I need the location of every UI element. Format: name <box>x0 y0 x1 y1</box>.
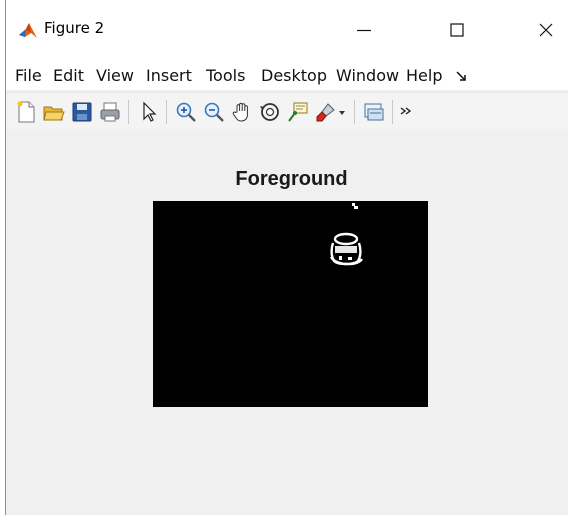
foreground-image[interactable] <box>153 201 428 407</box>
toolbar-separator <box>166 100 167 124</box>
menu-file[interactable]: File <box>15 66 42 85</box>
foreground-blob-fill <box>339 256 342 260</box>
dropdown-arrow-icon[interactable] <box>336 100 348 124</box>
foreground-speck <box>354 206 358 209</box>
toolbar-separator <box>128 100 129 124</box>
brush-icon[interactable] <box>314 100 338 124</box>
pan-hand-icon[interactable] <box>230 100 254 124</box>
new-figure-icon[interactable] <box>14 100 38 124</box>
toolbar-separator <box>392 100 393 124</box>
toolbar-separator <box>354 100 355 124</box>
minimize-icon <box>357 29 371 32</box>
print-icon[interactable] <box>98 100 122 124</box>
menu-view[interactable]: View <box>96 66 134 85</box>
window-title: Figure 2 <box>44 19 105 37</box>
menu-help[interactable]: Help <box>406 66 442 85</box>
menu-desktop[interactable]: Desktop <box>261 66 327 85</box>
title-bar[interactable]: Figure 2 <box>6 0 568 60</box>
zoom-out-icon[interactable] <box>202 100 226 124</box>
maximize-icon <box>450 23 464 37</box>
menu-tools[interactable]: Tools <box>206 66 245 85</box>
foreground-mask <box>153 201 428 407</box>
menu-overflow-icon[interactable] <box>454 68 468 87</box>
minimize-button[interactable] <box>341 10 387 50</box>
matlab-logo-icon <box>17 20 39 42</box>
figure-window: Figure 2 File Edit View Insert Tools Des… <box>5 0 568 515</box>
foreground-blob-fill <box>348 257 352 260</box>
close-icon <box>539 23 553 37</box>
toolbar <box>6 92 568 130</box>
open-file-icon[interactable] <box>42 100 66 124</box>
menu-edit[interactable]: Edit <box>53 66 84 85</box>
menu-bar: File Edit View Insert Tools Desktop Wind… <box>6 60 568 90</box>
close-button[interactable] <box>523 10 568 50</box>
menu-window[interactable]: Window <box>336 66 399 85</box>
save-icon[interactable] <box>70 100 94 124</box>
axes-title: Foreground <box>235 168 348 190</box>
pointer-icon[interactable] <box>137 100 161 124</box>
maximize-button[interactable] <box>434 10 480 50</box>
data-cursor-icon[interactable] <box>286 100 310 124</box>
foreground-blob-fill <box>335 246 357 253</box>
menu-insert[interactable]: Insert <box>146 66 192 85</box>
overflow-chevron-icon[interactable] <box>398 100 414 124</box>
rotate-3d-icon[interactable] <box>258 100 282 124</box>
foreground-speck <box>352 203 355 206</box>
zoom-in-icon[interactable] <box>174 100 198 124</box>
link-plot-icon[interactable] <box>362 100 386 124</box>
